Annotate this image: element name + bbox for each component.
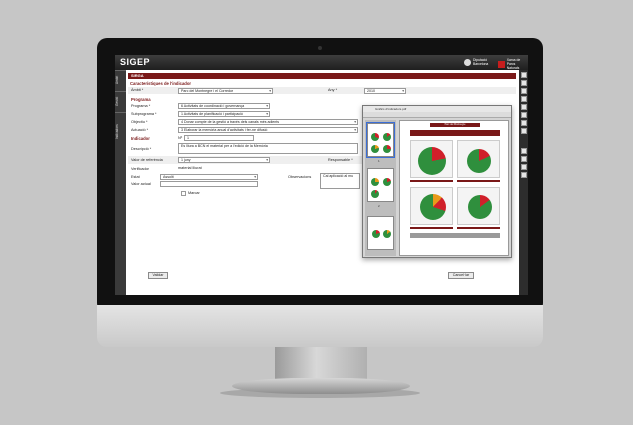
valor-referencia-label: Valor de referència — [131, 158, 163, 162]
screen: SIGEP Diputació Barcelona Xarxa de Parcs… — [115, 55, 528, 295]
chart-card — [410, 187, 453, 225]
chart-card — [457, 187, 500, 225]
valor-actual-label: Valor actual — [131, 182, 151, 186]
page-thumbnail[interactable] — [367, 168, 394, 202]
pie-chart — [467, 149, 491, 173]
report-icon[interactable] — [520, 128, 527, 134]
pie-chart — [468, 195, 492, 219]
thumb-pie-chart — [372, 230, 380, 238]
thumb-pie-chart — [371, 190, 379, 198]
export-icon[interactable] — [520, 156, 527, 162]
verificador-label: Verificador — [131, 167, 149, 171]
indicador-group-title: Indicador — [131, 136, 150, 141]
right-toolbar — [519, 70, 528, 295]
page-thumbnail[interactable] — [367, 216, 394, 250]
left-tab-bar: Ambit Gestió Indicadors — [115, 70, 126, 295]
delete-icon[interactable] — [520, 104, 527, 110]
any-label: Any * — [328, 88, 338, 92]
page-footer-band — [410, 233, 500, 238]
pie-chart — [418, 147, 446, 175]
parcs-line2: Parcs Naturals — [506, 62, 520, 70]
marcar-label: Marcar — [188, 191, 200, 195]
save-icon[interactable] — [520, 96, 527, 102]
chart-card — [410, 140, 453, 178]
descripcio-textarea[interactable]: Es lliura a BCN el material per a l'edic… — [178, 143, 358, 154]
thumb-pie-chart — [383, 178, 391, 186]
app-title: SIGEP — [120, 57, 151, 67]
pdf-viewer-toolbar — [363, 112, 511, 118]
estat-label: Estat — [131, 175, 140, 179]
parcs-emblem-icon — [498, 60, 505, 68]
objectiu-label: Objectiu * — [131, 120, 148, 124]
chart-caption-band — [457, 180, 500, 182]
monitor-base — [232, 378, 410, 394]
print-icon[interactable] — [520, 120, 527, 126]
ambit-select[interactable]: Parc del Montnegre i el Corredor — [178, 87, 273, 94]
tab-ambit[interactable]: Ambit — [115, 70, 126, 91]
parcs-logo: Xarxa de Parcs Naturals — [498, 58, 528, 70]
webcam — [318, 46, 322, 50]
thumb-pie-chart — [371, 133, 379, 141]
diputacio-line2: Barcelona — [473, 62, 489, 66]
validar-button[interactable]: Validar — [148, 272, 168, 279]
tab-indicadors[interactable]: Indicadors — [115, 112, 126, 152]
pie-chart — [420, 194, 446, 220]
form-heading: Característiques de l'indicador — [130, 81, 192, 86]
thumb-pie-chart — [371, 178, 379, 186]
marcar-checkbox[interactable] — [181, 191, 186, 196]
chart-caption-band — [457, 227, 500, 229]
actuacio-select[interactable]: 3 Elaborar la memòria anual d'activitats… — [178, 127, 358, 133]
page-subtitle-band — [410, 130, 500, 136]
page-title-band: Parc del Montnegre — [430, 123, 480, 127]
thumb-pie-chart — [383, 133, 391, 141]
search-icon[interactable] — [520, 112, 527, 118]
help-icon[interactable] — [520, 172, 527, 178]
new-document-icon[interactable] — [520, 80, 527, 86]
valor-actual-input[interactable] — [160, 181, 258, 187]
actuacio-label: Actuació * — [131, 128, 149, 132]
programa-label: Programa * — [131, 104, 151, 108]
home-icon[interactable] — [520, 72, 527, 78]
any-select[interactable]: 2010 — [364, 87, 406, 94]
pdf-page: Parc del Montnegre — [399, 120, 509, 256]
thumbnail-page-number: 1 — [378, 159, 380, 163]
programa-select[interactable]: 6 Activitats de coordinació i governança — [178, 103, 270, 109]
descripcio-label: Descripció * — [131, 147, 152, 151]
thumbnail-page-number: 2 — [378, 204, 380, 208]
observacions-label: Observacions — [288, 175, 312, 179]
chart-caption-band — [410, 180, 453, 182]
diputacio-emblem-icon — [464, 58, 471, 66]
app-header: SIGEP Diputació Barcelona Xarxa de Parcs… — [115, 55, 528, 70]
responsable-label: Responsable * — [328, 158, 353, 162]
pdf-viewer-window[interactable]: Gràfics d'indicadors.pdf 1 2 Parc del Mo… — [362, 105, 512, 258]
estat-select[interactable]: Assolit — [160, 174, 258, 180]
valor-referencia-select[interactable]: 1 juny — [178, 157, 270, 163]
filter-icon[interactable] — [520, 164, 527, 170]
objectiu-select[interactable]: 4 Donar compte de la gestió a través del… — [178, 119, 358, 125]
subprograma-label: Subprograma * — [131, 112, 157, 116]
monitor-stand — [275, 347, 367, 381]
chart-caption-band — [410, 227, 453, 229]
tab-gestio[interactable]: Gestió — [115, 91, 126, 112]
numero-input[interactable]: 1 — [184, 135, 254, 141]
subprograma-select[interactable]: 1 Activitats de planificació i participa… — [178, 111, 270, 117]
programa-group-title: Programa — [131, 97, 151, 102]
observacions-textarea[interactable]: Cal aplicació al mu — [320, 173, 360, 189]
section-title-bar: SIRGA — [128, 73, 516, 79]
verificador-value: material lliurat — [178, 166, 202, 170]
thumb-pie-chart — [371, 145, 379, 153]
monitor-chin — [97, 305, 543, 347]
diputacio-logo: Diputació Barcelona — [464, 58, 488, 66]
chart-icon[interactable] — [520, 148, 527, 154]
chart-card — [457, 140, 500, 178]
cancelar-button[interactable]: Cancel·lar — [448, 272, 474, 279]
thumbnail-pane: 1 2 — [365, 120, 396, 256]
ambit-label: Àmbit * — [131, 88, 144, 92]
thumb-pie-chart — [383, 145, 391, 153]
thumb-pie-chart — [383, 230, 391, 238]
edit-icon[interactable] — [520, 88, 527, 94]
page-thumbnail[interactable] — [366, 122, 395, 158]
numero-label: Nº — [178, 136, 183, 140]
page-title: Parc del Montnegre — [444, 123, 466, 126]
